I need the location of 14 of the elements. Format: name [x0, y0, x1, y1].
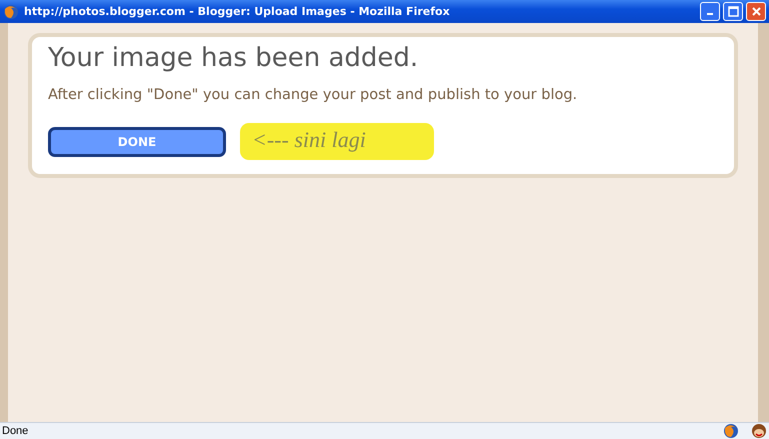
heading: Your image has been added.	[48, 43, 420, 73]
done-button[interactable]: DONE	[48, 126, 226, 156]
close-icon	[750, 6, 762, 17]
monkey-icon[interactable]	[751, 423, 767, 439]
annotation-note: <--- sini lagi	[240, 123, 434, 160]
globe-icon	[3, 4, 19, 20]
maximize-button[interactable]	[723, 2, 743, 21]
window-title: http://photos.blogger.com - Blogger: Upload Images - Mozilla Firefox	[24, 5, 450, 18]
close-button[interactable]	[746, 2, 766, 21]
status-text: Done	[2, 425, 28, 437]
message-text: After clicking "Done" you can change your post and publish to your blog.	[48, 87, 578, 103]
maximize-icon	[728, 6, 738, 17]
minimize-button[interactable]	[700, 2, 720, 21]
globe-icon[interactable]	[723, 423, 739, 439]
